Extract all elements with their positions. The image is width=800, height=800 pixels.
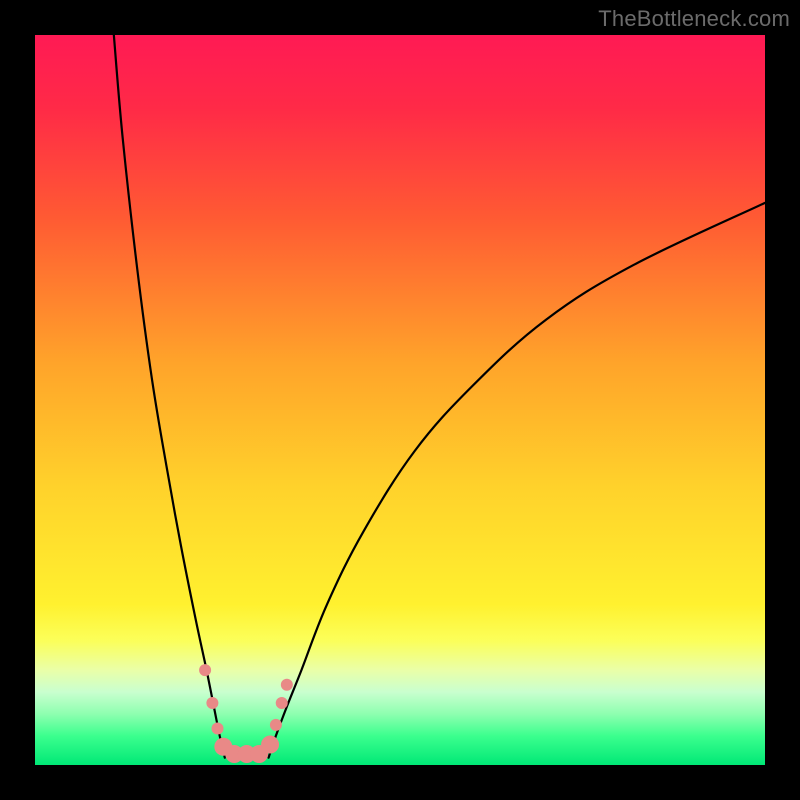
chart-curves bbox=[35, 35, 765, 765]
highlight-marker bbox=[281, 679, 293, 691]
highlight-markers bbox=[199, 664, 293, 763]
highlight-marker bbox=[276, 697, 288, 709]
highlight-marker bbox=[199, 664, 211, 676]
highlight-marker bbox=[206, 697, 218, 709]
highlight-marker bbox=[212, 723, 224, 735]
highlight-marker bbox=[261, 736, 279, 754]
bottleneck-curve-left bbox=[114, 35, 225, 758]
watermark-text: TheBottleneck.com bbox=[598, 6, 790, 32]
chart-frame: TheBottleneck.com bbox=[0, 0, 800, 800]
bottleneck-curve-right bbox=[269, 203, 765, 758]
plot-area bbox=[35, 35, 765, 765]
highlight-marker bbox=[270, 719, 282, 731]
